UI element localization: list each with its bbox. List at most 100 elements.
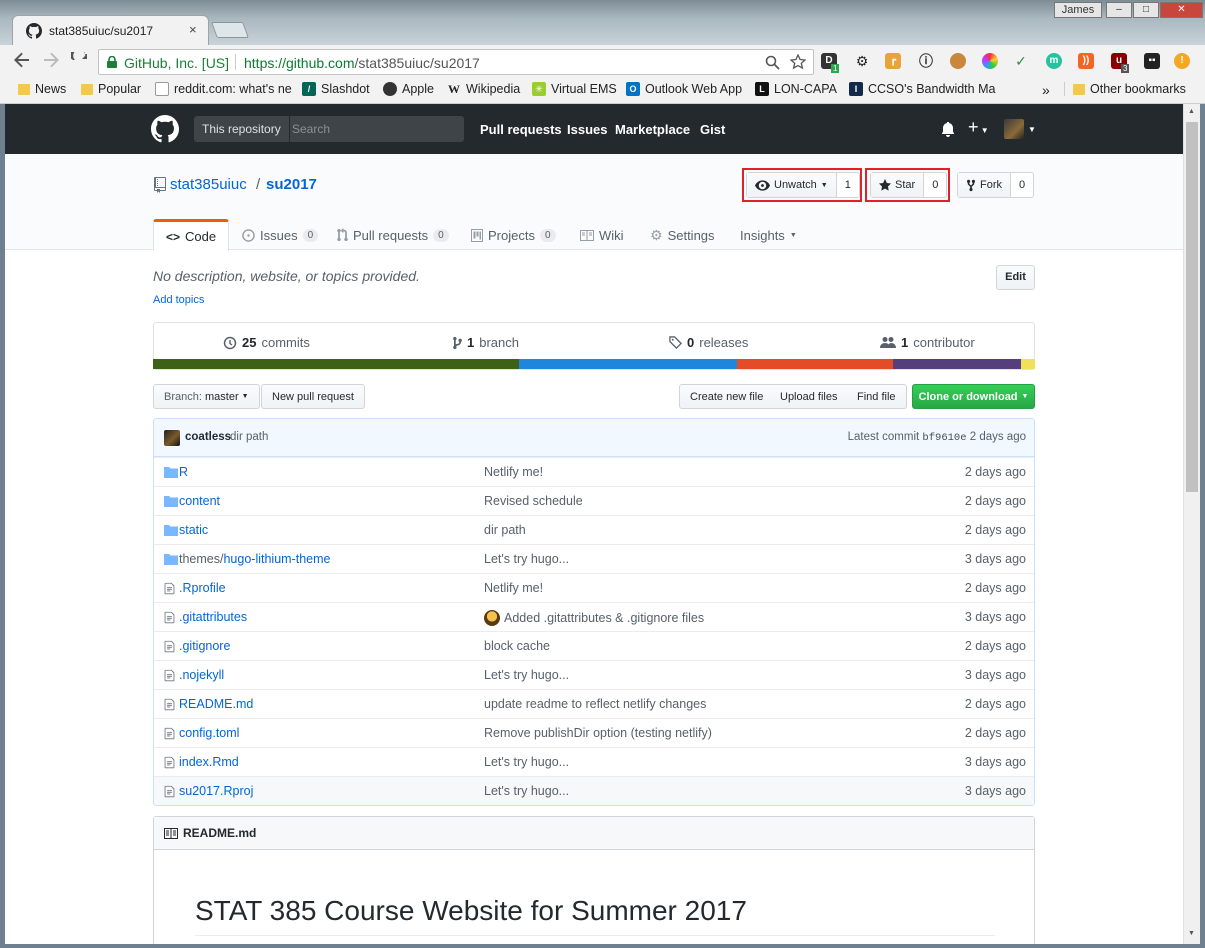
extension-v-icon[interactable]: ✓: [1013, 53, 1029, 69]
add-topics-link[interactable]: Add topics: [153, 294, 204, 306]
commit-message-link[interactable]: dir path: [230, 431, 268, 443]
user-avatar[interactable]: [1004, 119, 1024, 139]
avatar[interactable]: [164, 430, 180, 446]
extension-info-icon[interactable]: ⓘ: [918, 53, 934, 69]
file-name-link[interactable]: .gitignore: [179, 639, 230, 653]
fork-count[interactable]: 0: [1011, 173, 1033, 197]
extension-m-icon[interactable]: m: [1046, 53, 1062, 69]
file-name-link[interactable]: .nojekyll: [179, 668, 224, 682]
browser-tab[interactable]: stat385uiuc/su2017 ×: [12, 15, 209, 45]
bookmark-reddit[interactable]: reddit.com: what's ne: [155, 82, 292, 96]
scroll-up-icon[interactable]: ▲: [1188, 108, 1195, 115]
rss-icon[interactable]: )): [1078, 53, 1094, 69]
file-name-link[interactable]: .gitattributes: [179, 610, 247, 624]
clone-or-download-button[interactable]: Clone or download ▼: [912, 384, 1035, 409]
scrollbar[interactable]: ▲ ▼: [1183, 104, 1200, 945]
search-input[interactable]: Search: [292, 116, 330, 142]
tab-close-icon[interactable]: ×: [189, 22, 197, 37]
language-bar[interactable]: [153, 359, 1035, 369]
file-commit-message-link[interactable]: Netlify me!: [484, 465, 543, 479]
file-commit-message-link[interactable]: Let's try hugo...: [484, 552, 569, 566]
github-logo-icon[interactable]: [151, 115, 179, 143]
branch-select-button[interactable]: Branch: master ▼: [153, 384, 260, 409]
tab-insights[interactable]: Insights ▼: [740, 219, 797, 251]
search-box[interactable]: This repository Search: [194, 116, 464, 142]
address-bar[interactable]: GitHub, Inc. [US] https://github.com/sta…: [98, 49, 814, 75]
file-name-link[interactable]: themes/hugo-lithium-theme: [179, 552, 330, 566]
bookmark-ccso[interactable]: I CCSO's Bandwidth Ma: [849, 82, 995, 96]
file-name-link[interactable]: index.Rmd: [179, 755, 239, 769]
close-window-button[interactable]: ✕: [1160, 2, 1203, 18]
profile-button[interactable]: James: [1054, 2, 1102, 18]
create-new-button[interactable]: + ▼: [968, 117, 989, 138]
extension-ruler-icon[interactable]: ┏: [885, 53, 901, 69]
nav-issues[interactable]: Issues: [567, 122, 607, 137]
new-pull-request-button[interactable]: New pull request: [261, 384, 365, 409]
file-commit-message-link[interactable]: Let's try hugo...: [484, 668, 569, 682]
file-commit-message-link[interactable]: Let's try hugo...: [484, 784, 569, 798]
repo-owner-link[interactable]: stat385uiuc: [170, 176, 247, 193]
bookmark-loncapa[interactable]: L LON-CAPA: [755, 82, 837, 96]
bookmark-slashdot[interactable]: / Slashdot: [302, 82, 370, 96]
tab-projects[interactable]: Projects 0: [471, 219, 556, 251]
gear-icon[interactable]: ⚙: [854, 53, 870, 69]
zoom-search-icon[interactable]: [765, 55, 780, 70]
bookmark-popular[interactable]: Popular: [81, 82, 141, 96]
maximize-button[interactable]: □: [1133, 2, 1159, 18]
file-commit-message-link[interactable]: Added .gitattributes & .gitignore files: [484, 610, 704, 626]
tab-settings[interactable]: ⚙ Settings: [650, 219, 715, 251]
tab-wiki[interactable]: Wiki: [580, 219, 624, 251]
edit-description-button[interactable]: Edit: [996, 265, 1035, 290]
tab-code[interactable]: <> Code: [153, 219, 230, 251]
find-file-button[interactable]: Find file: [847, 384, 907, 409]
extension-dark-icon[interactable]: ▪▪: [1144, 53, 1160, 69]
nav-pull-requests[interactable]: Pull requests: [480, 122, 562, 137]
reload-icon[interactable]: [71, 52, 87, 68]
file-name-link[interactable]: config.toml: [179, 726, 239, 740]
scroll-down-icon[interactable]: ▼: [1188, 930, 1195, 937]
back-icon[interactable]: [14, 52, 30, 68]
forward-icon[interactable]: [43, 52, 59, 68]
bookmark-virtual-ems[interactable]: ✳ Virtual EMS: [532, 82, 617, 96]
file-commit-message-link[interactable]: Revised schedule: [484, 494, 583, 508]
commit-author-link[interactable]: coatless: [185, 431, 231, 443]
releases-stat[interactable]: 0 releases: [669, 335, 748, 350]
scrollbar-thumb[interactable]: [1186, 122, 1198, 492]
caret-down-icon[interactable]: ▼: [1028, 125, 1036, 134]
commits-stat[interactable]: 25 commits: [223, 335, 310, 350]
more-bookmarks-chevron-icon[interactable]: »: [1042, 82, 1050, 98]
alert-icon[interactable]: !: [1174, 53, 1190, 69]
file-name-link[interactable]: content: [179, 494, 220, 508]
file-name-link[interactable]: README.md: [179, 697, 253, 711]
file-name-link[interactable]: static: [179, 523, 208, 537]
tab-pull-requests[interactable]: Pull requests 0: [337, 219, 449, 251]
new-tab-button[interactable]: [211, 22, 249, 38]
extension-color-icon[interactable]: [982, 53, 998, 69]
bookmark-star-icon[interactable]: [790, 54, 806, 70]
contributors-stat[interactable]: 1 contributor: [880, 335, 975, 350]
upload-files-button[interactable]: Upload files: [770, 384, 849, 409]
file-commit-message-link[interactable]: dir path: [484, 523, 526, 537]
readme-file-label[interactable]: README.md: [183, 826, 256, 840]
create-new-file-button[interactable]: Create new file: [679, 384, 775, 409]
notification-bell-icon[interactable]: [941, 121, 955, 137]
file-name-link[interactable]: su2017.Rproj: [179, 784, 253, 798]
commit-sha-link[interactable]: bf9610e: [922, 432, 966, 444]
repo-name-link[interactable]: su2017: [266, 176, 317, 193]
bookmark-wikipedia[interactable]: W Wikipedia: [447, 82, 520, 96]
fork-button[interactable]: Fork: [958, 173, 1011, 197]
file-name-link[interactable]: R: [179, 465, 188, 479]
extension-cookie-icon[interactable]: [950, 53, 966, 69]
file-commit-message-link[interactable]: block cache: [484, 639, 550, 653]
branches-stat[interactable]: 1 branch: [453, 335, 519, 350]
file-commit-message-link[interactable]: Let's try hugo...: [484, 755, 569, 769]
file-name-link[interactable]: .Rprofile: [179, 581, 226, 595]
bookmark-outlook[interactable]: O Outlook Web App: [626, 82, 742, 96]
bookmark-news[interactable]: News: [18, 82, 66, 96]
nav-gist[interactable]: Gist: [700, 122, 725, 137]
file-commit-message-link[interactable]: Remove publishDir option (testing netlif…: [484, 726, 712, 740]
file-commit-message-link[interactable]: Netlify me!: [484, 581, 543, 595]
bookmark-apple[interactable]: Apple: [383, 82, 434, 96]
minimize-button[interactable]: –: [1106, 2, 1132, 18]
other-bookmarks[interactable]: Other bookmarks: [1064, 82, 1186, 96]
